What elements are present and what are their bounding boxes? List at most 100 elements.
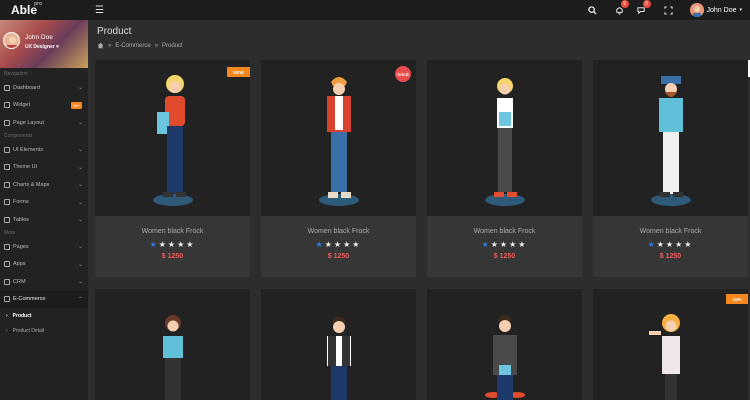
product-image[interactable] [95, 289, 250, 400]
sidebar-item-ecommerce[interactable]: E-Commerce ⌃ [0, 290, 88, 309]
box-icon [4, 146, 10, 153]
home-icon[interactable] [97, 42, 104, 49]
sidebar-item-page-layout[interactable]: Page Layout ⌄ [0, 114, 88, 132]
star-icon: ★ [333, 240, 344, 249]
product-illustration [143, 72, 203, 212]
breadcrumb: » E-Commerce » Product [97, 42, 183, 49]
chevron-right-icon: › [6, 327, 8, 334]
breadcrumb-item[interactable]: E-Commerce [115, 43, 150, 49]
sidebar-item-label: Theme UI [13, 164, 38, 171]
product-image[interactable] [427, 289, 582, 400]
sidebar-profile[interactable]: John Doe UX Designer ▾ [0, 20, 88, 68]
product-card[interactable]: Women black Frock ★★★★★ $ 1250 [593, 60, 748, 277]
sidebar-item-label: Pages [13, 243, 29, 250]
apps-icon [4, 261, 10, 268]
product-price: $ 1250 [161, 253, 184, 260]
chevron-down-icon: ⌄ [77, 199, 83, 206]
star-icon: ★ [490, 240, 500, 249]
product-tag-badge: SALE [395, 66, 411, 82]
sidebar-item-charts-maps[interactable]: Charts & Maps ⌄ [0, 176, 88, 194]
product-rating: ★★★★★ [261, 240, 416, 249]
sidebar-item-ui-elements[interactable]: UI Elements ⌄ [0, 141, 88, 159]
product-card[interactable]: 15% [593, 289, 748, 400]
product-rating: ★★★★★ [427, 240, 582, 249]
table-icon [4, 216, 10, 223]
message-badge: 5 [642, 0, 651, 8]
fullscreen-icon[interactable] [658, 0, 680, 20]
product-illustration [143, 309, 203, 400]
product-name[interactable]: Women black Frock [261, 228, 416, 235]
search-icon[interactable] [582, 0, 604, 20]
product-card[interactable]: NEW Women black Frock ★★★★★ $ 1250 [95, 60, 250, 277]
sidebar-item-tables[interactable]: Tables ⌄ [0, 211, 88, 229]
notification-badge: 9 [620, 0, 629, 8]
logo[interactable]: Able pro [0, 1, 88, 17]
breadcrumb-item: Product [162, 42, 183, 49]
sidebar-subitem-product[interactable]: › Product [0, 308, 88, 323]
chevron-down-icon: ⌄ [77, 244, 83, 251]
top-navbar: Able pro ☰ 9 5 John Doe ▾ [0, 0, 750, 20]
product-price: $ 1250 [659, 253, 682, 260]
product-image[interactable] [261, 289, 416, 400]
widget-badge: 50+ [71, 101, 82, 109]
breadcrumb-separator: » [154, 42, 159, 49]
sidebar-item-label: E-Commerce [13, 296, 46, 303]
star-icon: ★ [481, 240, 491, 249]
profile-role[interactable]: UX Designer ▾ [25, 44, 59, 50]
sidebar-item-label: Product [12, 312, 32, 319]
product-name[interactable]: Women black Frock [427, 228, 582, 235]
sidebar-item-theme-ui[interactable]: Theme UI ⌄ [0, 158, 88, 176]
chat-icon[interactable]: 5 [631, 0, 653, 20]
star-icon: ★ [149, 240, 159, 249]
home-icon [4, 84, 10, 91]
sidebar-item-label: Product Detail [12, 327, 45, 334]
users-icon [4, 278, 10, 285]
user-name: John Doe [706, 6, 737, 14]
sidebar-item-dashboard[interactable]: Dashboard ⌄ [0, 79, 88, 97]
section-navigation: Navigation [4, 71, 28, 77]
bell-icon[interactable]: 9 [609, 0, 631, 20]
chevron-down-icon: ▾ [739, 7, 742, 13]
chevron-down-icon: ⌄ [77, 120, 83, 127]
sidebar-item-label: Widget [13, 102, 31, 109]
product-image[interactable] [427, 60, 582, 216]
user-menu[interactable]: John Doe ▾ [689, 3, 742, 17]
sidebar-item-label: Tables [13, 216, 29, 223]
avatar [689, 3, 704, 17]
sidebar-subitem-product-detail[interactable]: › Product Detail [0, 323, 88, 338]
product-name[interactable]: Women black Frock [95, 228, 250, 235]
star-icon: ★ [343, 240, 353, 249]
star-icon: ★ [186, 240, 196, 249]
sidebar-item-crm[interactable]: CRM ⌄ [0, 273, 88, 291]
layout-icon [4, 119, 10, 126]
profile-name: John Doe [25, 34, 53, 41]
product-image[interactable]: SALE [261, 60, 416, 216]
product-illustration [641, 309, 701, 400]
product-card[interactable] [95, 289, 250, 400]
product-image[interactable]: NEW [95, 60, 250, 216]
sidebar-item-label: Forms [13, 199, 29, 206]
product-image[interactable]: 15% [593, 289, 748, 400]
sidebar-item-pages[interactable]: Pages ⌄ [0, 238, 88, 256]
star-icon: ★ [352, 240, 362, 249]
product-image[interactable] [593, 60, 748, 216]
product-card[interactable] [427, 289, 582, 400]
profile-avatar [3, 32, 20, 49]
star-icon: ★ [499, 240, 510, 249]
menu-toggle-icon[interactable]: ☰ [95, 5, 104, 16]
product-card[interactable]: SALE Women black Frock ★★★★★ $ 1250 [261, 60, 416, 277]
product-name[interactable]: Women black Frock [593, 228, 748, 235]
product-illustration [475, 309, 535, 400]
sidebar-item-forms[interactable]: Forms ⌄ [0, 194, 88, 212]
product-card[interactable] [261, 289, 416, 400]
sidebar-item-widget[interactable]: Widget 50+ [0, 97, 88, 115]
product-price: $ 1250 [327, 253, 350, 260]
product-illustration [475, 72, 535, 212]
product-card[interactable]: Women black Frock ★★★★★ $ 1250 [427, 60, 582, 277]
product-illustration [309, 72, 369, 212]
sidebar-item-apps[interactable]: Apps ⌄ [0, 255, 88, 273]
chevron-down-icon: ▾ [56, 44, 59, 50]
product-illustration [309, 309, 369, 400]
chart-icon [4, 181, 10, 188]
section-components: Components [4, 132, 33, 139]
